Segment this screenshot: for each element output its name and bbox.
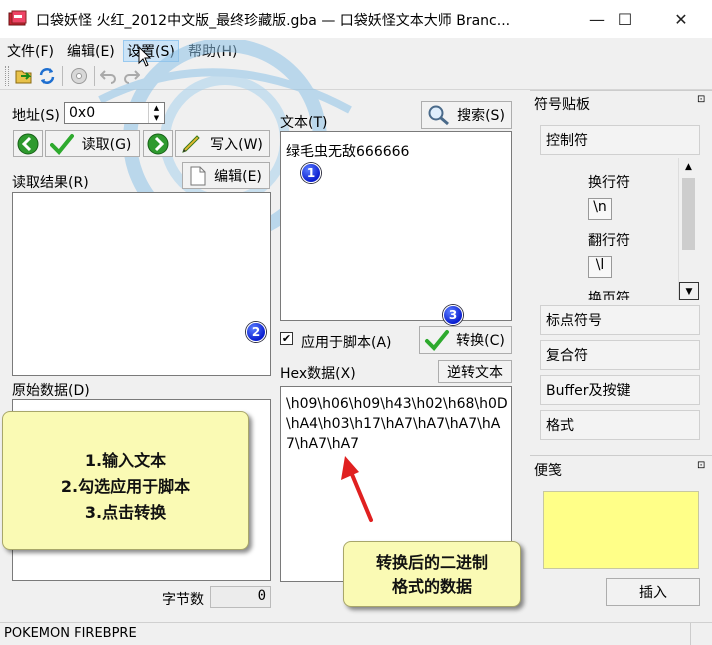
next-button[interactable] xyxy=(143,130,173,157)
panel-divider xyxy=(530,455,712,456)
reverse-text-button-label: 逆转文本 xyxy=(447,364,503,381)
red-arrow-icon xyxy=(341,456,373,522)
menu-file[interactable]: 文件(F) xyxy=(7,41,54,61)
arrow-left-icon xyxy=(17,133,39,154)
result-callout: 转换后的二进制 格式的数据 xyxy=(343,541,521,607)
buffer-keys-section[interactable]: Buffer及按键 xyxy=(540,375,700,405)
pin-icon[interactable]: ⊡ xyxy=(697,94,705,105)
marker-1: 1 xyxy=(301,163,321,183)
address-spinner[interactable]: ▲ ▼ xyxy=(148,103,164,123)
edit-button-label: 编辑(E) xyxy=(214,168,262,185)
control-chars-list: 换行符 \n 翻行符 \l 换页符 ▲ ▼ xyxy=(540,158,700,300)
convert-button[interactable]: 转换(C) xyxy=(419,326,512,354)
address-value: 0x0 xyxy=(69,105,96,121)
apply-script-checkbox[interactable]: ✔ xyxy=(280,332,293,345)
scroll-line-button[interactable]: \l xyxy=(588,256,612,278)
symbol-scrollbar[interactable]: ▲ ▼ xyxy=(678,158,699,300)
insert-button[interactable]: 插入 xyxy=(606,578,700,606)
search-button-label: 搜索(S) xyxy=(457,108,505,124)
spin-up-icon[interactable]: ▲ xyxy=(149,103,164,113)
status-bar: POKEMON FIREBPRE xyxy=(0,622,712,645)
apply-script-label: 应用于脚本(A) xyxy=(301,335,392,351)
title-bar: 口袋妖怪 火红_2012中文版_最终珍藏版.gba — 口袋妖怪文本大师 Bra… xyxy=(0,0,712,38)
memo-note-area[interactable] xyxy=(543,491,699,569)
control-chars-header[interactable]: 控制符 xyxy=(540,125,700,155)
scroll-line-label: 翻行符 xyxy=(588,233,630,249)
edit-button[interactable]: 编辑(E) xyxy=(182,162,270,189)
read-result-box[interactable] xyxy=(12,192,271,376)
scroll-thumb[interactable] xyxy=(682,178,695,250)
step-2: 2.勾选应用于脚本 xyxy=(60,477,191,496)
scroll-up-icon[interactable]: ▲ xyxy=(679,158,698,176)
newline-button[interactable]: \n xyxy=(588,198,612,220)
step-3: 3.点击转换 xyxy=(84,503,167,522)
search-button[interactable]: 搜索(S) xyxy=(421,101,512,129)
maximize-button[interactable]: ☐ xyxy=(600,0,650,38)
step-1: 1.输入文本 xyxy=(84,451,167,470)
page-break-label: 换页符 xyxy=(588,291,630,300)
newline-label: 换行符 xyxy=(588,175,630,191)
memo-panel-title: 便笺 xyxy=(534,463,562,479)
scroll-down-icon[interactable]: ▼ xyxy=(679,282,699,300)
convert-button-label: 转换(C) xyxy=(456,333,505,349)
raw-data-label: 原始数据(D) xyxy=(12,383,90,399)
marker-3: 3 xyxy=(443,305,463,325)
byte-count-value: 0 xyxy=(257,588,266,604)
reverse-text-button[interactable]: 逆转文本 xyxy=(438,360,512,383)
spin-down-icon[interactable]: ▼ xyxy=(149,113,164,123)
window-title: 口袋妖怪 火红_2012中文版_最终珍藏版.gba — 口袋妖怪文本大师 Bra… xyxy=(36,13,511,29)
panel-divider xyxy=(530,90,712,91)
pencil-icon xyxy=(182,134,200,153)
steps-callout: 1.输入文本 2.勾选应用于脚本 3.点击转换 xyxy=(2,411,249,550)
compound-section[interactable]: 复合符 xyxy=(540,340,700,370)
text-label: 文本(T) xyxy=(280,115,328,131)
text-content: 绿毛虫无敌666666 xyxy=(286,144,410,160)
byte-count-field: 0 xyxy=(210,586,271,608)
read-result-label: 读取结果(R) xyxy=(12,175,89,191)
read-button[interactable]: 读取(G) xyxy=(45,130,140,157)
checkmark-icon xyxy=(425,330,449,351)
hex-content: \h09\h06\h09\h43\h02\h68\h0D\hA4\h03\h17… xyxy=(286,396,508,452)
write-button-label: 写入(W) xyxy=(210,136,263,153)
marker-2: 2 xyxy=(246,322,266,342)
write-button[interactable]: 写入(W) xyxy=(175,130,270,157)
app-icon xyxy=(8,10,27,26)
refresh-icon[interactable] xyxy=(38,67,56,85)
prev-button[interactable] xyxy=(13,130,43,157)
byte-count-label: 字节数 xyxy=(162,592,204,608)
format-section[interactable]: 格式 xyxy=(540,410,700,440)
toolbar-grip xyxy=(5,66,9,86)
pin-icon[interactable]: ⊡ xyxy=(697,460,705,471)
arrow-right-icon xyxy=(147,133,169,154)
hex-label: Hex数据(X) xyxy=(280,366,356,382)
insert-button-label: 插入 xyxy=(639,585,667,601)
read-button-label: 读取(G) xyxy=(81,136,132,153)
result-line-2: 格式的数据 xyxy=(391,577,472,596)
status-divider xyxy=(690,623,691,645)
open-folder-icon[interactable] xyxy=(15,67,33,85)
document-icon xyxy=(190,166,206,185)
text-input-box[interactable]: 绿毛虫无敌666666 xyxy=(280,131,512,321)
address-label: 地址(S) xyxy=(12,108,60,124)
symbol-panel-title: 符号贴板 xyxy=(534,97,590,113)
magnifier-icon xyxy=(428,105,449,126)
close-button[interactable]: ✕ xyxy=(656,0,706,38)
punctuation-section[interactable]: 标点符号 xyxy=(540,305,700,335)
checkmark-icon xyxy=(50,133,74,155)
address-field[interactable]: 0x0 ▲ ▼ xyxy=(64,102,165,124)
result-line-1: 转换后的二进制 xyxy=(375,553,488,572)
status-text: POKEMON FIREBPRE xyxy=(4,626,137,641)
